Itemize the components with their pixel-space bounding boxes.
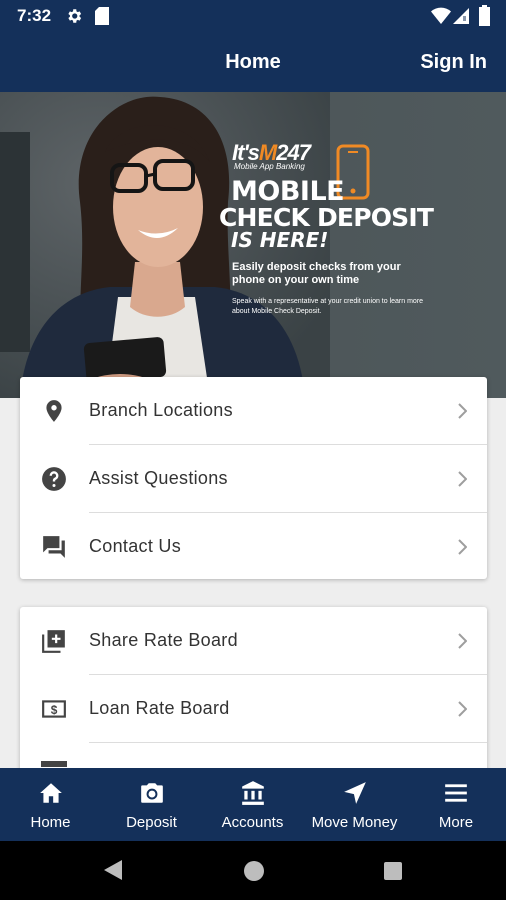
bank-icon [241,781,264,805]
back-icon[interactable] [102,858,124,882]
brand-tagline: Mobile App Banking [234,162,305,171]
menu-item-branch-locations[interactable]: Branch Locations [20,377,487,444]
menu-icon [445,784,467,802]
camera-icon [140,783,163,803]
system-home-button[interactable] [244,861,264,881]
rates-menu-card: Share Rate Board $ Loan Rate Board [20,607,487,777]
nav-label: More [438,814,474,831]
status-bar: 7:32 [0,0,506,32]
nav-accounts[interactable]: Accounts [202,768,303,841]
chat-bubbles-icon [43,536,65,558]
help-circle-icon [42,467,66,491]
bottom-navigation: Home Deposit Accounts Move Money More [0,768,506,841]
nav-more[interactable]: More [406,768,506,841]
nav-label: Deposit [126,814,177,831]
menu-item-label: Share Rate Board [89,630,238,650]
dollar-box-icon: $ [42,700,66,718]
settings-gear-icon [68,9,82,23]
location-pin-icon [46,400,62,422]
sd-card-icon [95,7,109,25]
cell-signal-icon [453,8,469,24]
banner-headline-3: IS HERE! [231,228,329,252]
menu-item-label: Branch Locations [89,400,233,420]
sign-in-button[interactable]: Sign In [420,51,487,74]
chevron-right-icon [458,633,467,649]
nav-home[interactable]: Home [0,768,101,841]
chevron-right-icon [458,471,467,487]
promo-banner[interactable]: It'sM247 Mobile App Banking MOBILE CHECK… [0,92,506,398]
nav-move-money[interactable]: Move Money [303,768,406,841]
menu-item-label: Contact Us [89,536,182,556]
navigation-arrow-icon [343,782,366,804]
battery-icon [479,5,490,26]
home-icon [39,783,62,803]
nav-label: Accounts [221,814,284,831]
menu-item-label: Assist Questions [89,468,228,488]
chevron-right-icon [458,701,467,717]
add-box-icon [42,630,65,653]
menu-item-loan-rate-board[interactable]: $ Loan Rate Board [20,675,487,742]
partially-visible-icon [41,761,67,767]
nav-label: Move Money [311,814,398,831]
nav-deposit[interactable]: Deposit [101,768,202,841]
menu-item-share-rate-board[interactable]: Share Rate Board [20,607,487,674]
menu-item-assist-questions[interactable]: Assist Questions [20,445,487,512]
banner-fineprint: Speak with a representative at your cred… [232,298,424,315]
recent-apps-button[interactable] [384,862,402,880]
status-time: 7:32 [17,6,52,25]
app-bar: Home Sign In [0,32,506,92]
chevron-right-icon [458,539,467,555]
wifi-icon [431,7,451,25]
divider [89,742,487,743]
banner-body: Easily deposit checks from your phone on… [232,261,401,286]
chevron-right-icon [458,403,467,419]
info-menu-card: Branch Locations Assist Questions Contac… [20,377,487,579]
menu-item-contact-us[interactable]: Contact Us [20,513,487,580]
svg-text:$: $ [51,703,58,717]
nav-label: Home [30,814,71,831]
menu-item-label: Loan Rate Board [89,698,230,718]
system-navigation-bar [0,841,506,900]
